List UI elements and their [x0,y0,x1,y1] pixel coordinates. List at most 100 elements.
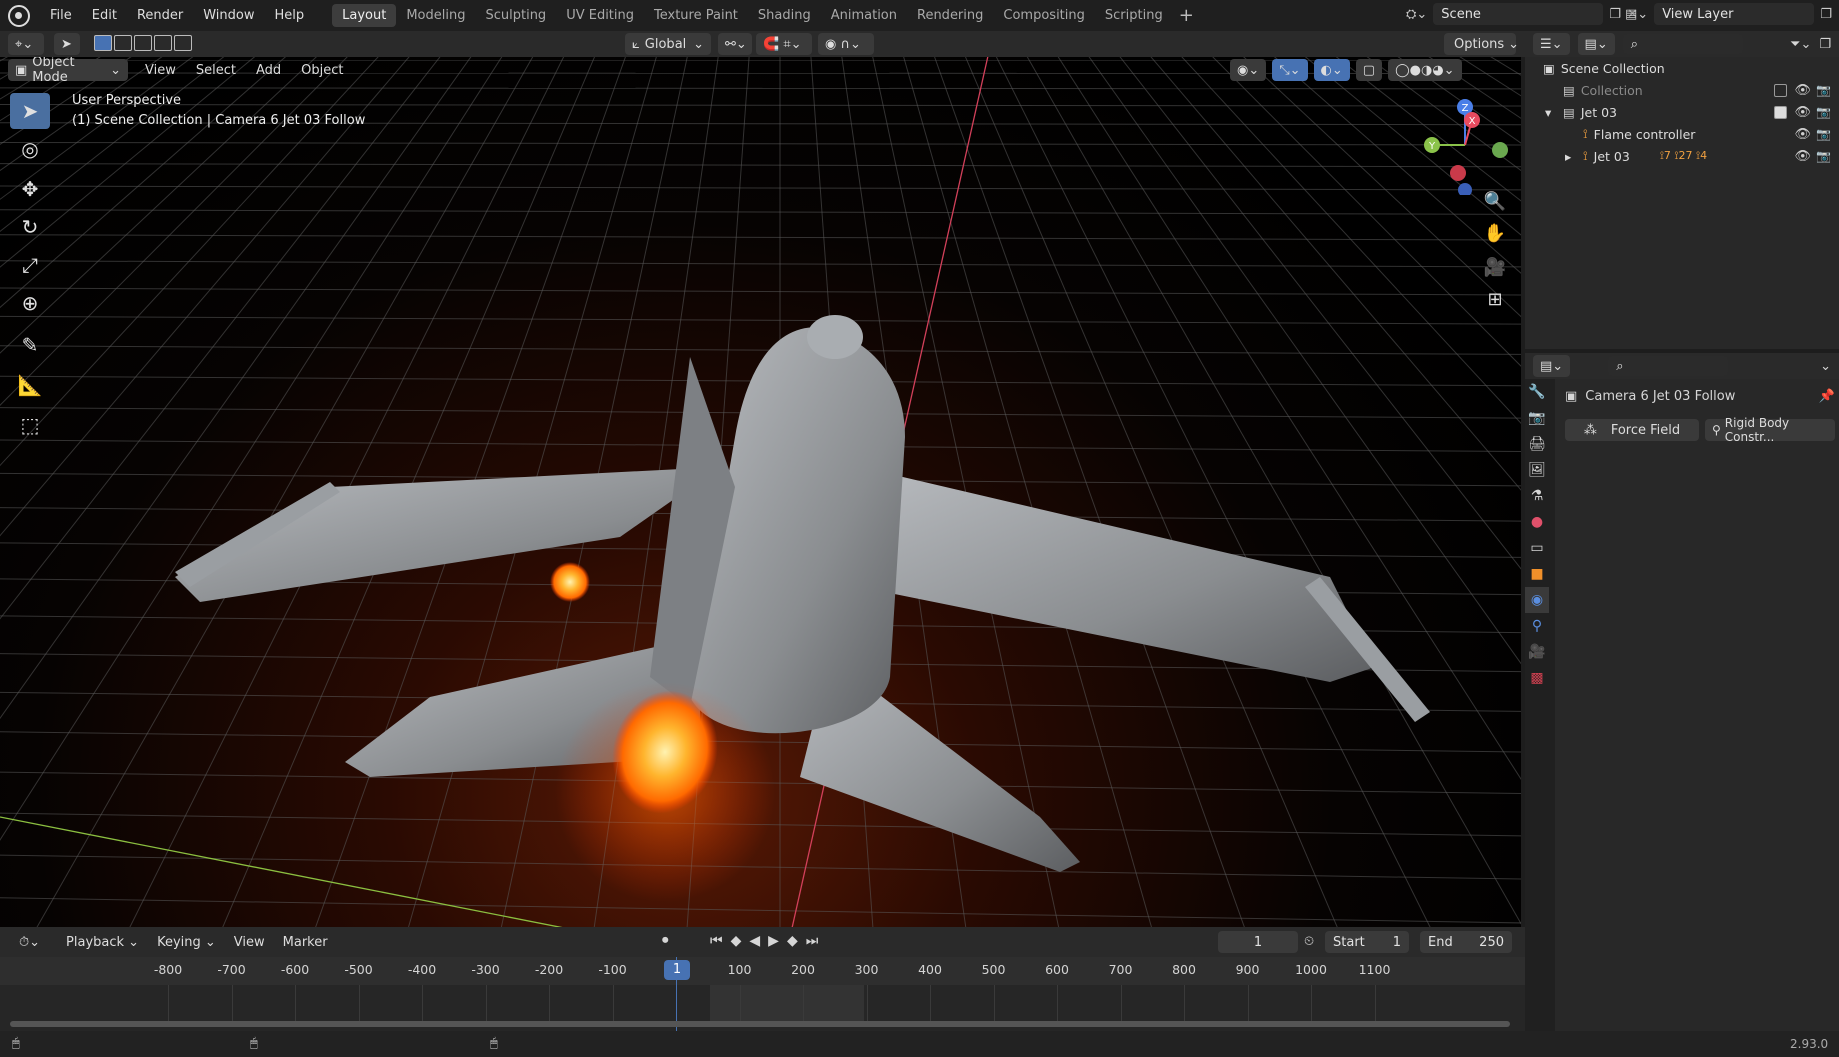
outliner-item[interactable]: ▤ Collection 👁 📷 [1525,79,1839,101]
measure-tool-icon[interactable]: 📐 [10,367,50,403]
visibility-eye-icon[interactable]: 👁 [1794,105,1811,120]
collection-tab-icon[interactable]: ▭ [1525,535,1549,561]
new-view-layer-icon[interactable]: ❐ [1820,7,1832,22]
menu-window[interactable]: Window [193,8,264,23]
expand-arrow-icon[interactable]: ▸ [1565,149,1571,164]
visibility-eye-icon[interactable]: 👁 [1794,149,1811,164]
tab-shading[interactable]: Shading [748,4,821,27]
view-layer-icon[interactable]: ▤⌄ [1625,7,1648,22]
expand-arrow-icon[interactable]: ▾ [1545,105,1551,120]
select-new-icon[interactable] [94,35,112,51]
tab-compositing[interactable]: Compositing [993,4,1095,27]
properties-editor-type-icon[interactable]: ▤⌄ [1533,355,1571,377]
exclude-checkbox[interactable] [1774,105,1787,119]
object-tab-icon[interactable]: ■ [1525,561,1549,587]
tab-scripting[interactable]: Scripting [1095,4,1173,27]
tab-modeling[interactable]: Modeling [396,4,475,27]
pin-icon[interactable]: 📌 [1819,389,1835,404]
transform-orientation-dropdown[interactable]: ⟀ Global ⌄ [625,33,711,55]
outliner-root[interactable]: ▣ Scene Collection [1525,57,1839,79]
select-invert-icon[interactable] [154,35,172,51]
cursor-tool-icon[interactable]: ◎ [10,131,50,167]
add-workspace-icon[interactable]: + [1179,5,1194,26]
blender-logo-icon[interactable] [8,4,30,27]
filter-icon[interactable]: ⏷⌄ [1790,37,1811,52]
snap-button[interactable]: 🧲 ⌗⌄ [756,33,812,55]
render-camera-icon[interactable]: 📷 [1816,127,1831,141]
preview-range-icon[interactable]: ⏲ [1304,934,1314,949]
playhead-marker[interactable]: 1 [664,960,690,980]
prev-keyframe-icon[interactable]: ◆ [731,933,742,949]
constraints-tab-icon[interactable]: ⚲ [1525,613,1549,639]
render-camera-icon[interactable]: 📷 [1816,149,1831,163]
jump-end-icon[interactable]: ⏭ [806,933,819,949]
visibility-icon[interactable]: ◉⌄ [1230,59,1267,81]
menu-file[interactable]: File [40,8,82,23]
move-tool-icon[interactable]: ✥ [10,171,50,207]
select-box-tool-icon[interactable]: ➤ [10,93,50,129]
xray-toggle-icon[interactable]: ▢ [1355,59,1383,81]
outliner-item[interactable]: ▸ ⟟ Jet 03 ⟟7 ⟟27 ⟟4 👁 📷 [1525,145,1839,167]
visibility-eye-icon[interactable]: 👁 [1794,83,1811,98]
timeline-ruler[interactable]: 1 -800 -700 -600 -500 -400 -300 -200 -100 100 200… [0,957,1525,1031]
play-reverse-icon[interactable]: ◀ [749,933,760,949]
select-intersect-icon[interactable] [174,35,192,51]
zoom-icon[interactable]: 🔍 [1480,187,1510,215]
view-layer-tab-icon[interactable]: 🖼 [1525,457,1549,483]
render-camera-icon[interactable]: 📷 [1816,83,1831,97]
output-tab-icon[interactable]: 🖨 [1525,431,1549,457]
texture-tab-icon[interactable]: ▩ [1525,665,1549,691]
view-layer-field[interactable]: View Layer [1654,3,1815,25]
tab-rendering[interactable]: Rendering [907,4,993,27]
options-dropdown[interactable]: Options ⌄ [1444,33,1519,55]
menu-help[interactable]: Help [265,8,315,23]
tool-tab-icon[interactable]: 🔧 [1525,379,1549,405]
viewport-menu-add[interactable]: Add [249,59,288,81]
timeline-menu-playback[interactable]: Playback ⌄ [57,935,148,950]
rotate-tool-icon[interactable]: ↻ [10,209,50,245]
display-mode-icon[interactable]: ▤⌄ [1577,33,1615,55]
navigation-gizmo[interactable]: Z Y X [1410,95,1510,195]
transform-tool-icon[interactable]: ⊕ [10,285,50,321]
outliner-item[interactable]: ▾ ▤ Jet 03 👁 📷 [1525,101,1839,123]
new-collection-icon[interactable]: ❐ [1819,37,1831,52]
next-keyframe-icon[interactable]: ◆ [787,933,798,949]
properties-search-input[interactable]: ⌕ [1608,356,1729,376]
chevron-down-icon[interactable]: ⌄ [1820,359,1831,374]
data-tab-icon[interactable]: 🎥 [1525,639,1549,665]
timeline-scrollbar[interactable] [10,1021,1510,1027]
tab-layout[interactable]: Layout [332,4,397,27]
overlay-toggle-icon[interactable]: ◐⌄ [1313,59,1350,81]
scene-icon[interactable]: ⛭⌄ [1406,7,1427,22]
viewport-menu-view[interactable]: View [138,59,183,81]
timeline-menu-marker[interactable]: Marker [274,935,337,950]
end-frame-field[interactable]: End 250 [1420,931,1512,953]
editor-type-button[interactable]: ⌖⌄ [8,33,44,55]
new-scene-icon[interactable]: ❐ [1609,7,1621,22]
current-frame-field[interactable]: 1 [1218,931,1298,953]
play-icon[interactable]: ▶ [768,933,779,949]
record-icon[interactable]: ⏺ [662,933,669,948]
world-tab-icon[interactable]: ● [1525,509,1549,535]
mode-dropdown[interactable]: ▣ Object Mode ⌄ [8,57,128,85]
select-tool-icon[interactable]: ➤ [54,33,80,55]
jet-model[interactable] [0,57,1521,927]
select-extend-icon[interactable] [114,35,132,51]
ortho-toggle-icon[interactable]: ⊞ [1480,285,1510,313]
render-tab-icon[interactable]: 📷 [1525,405,1549,431]
start-frame-field[interactable]: Start 1 [1325,931,1409,953]
proportional-edit-button[interactable]: ◉ ∩⌄ [818,33,874,55]
tab-animation[interactable]: Animation [821,4,907,27]
exclude-checkbox[interactable] [1774,83,1787,97]
tab-sculpting[interactable]: Sculpting [475,4,556,27]
timeline-editor-type-icon[interactable]: ⏱⌄ [12,931,47,953]
viewport-menu-object[interactable]: Object [294,59,350,81]
timeline-menu-view[interactable]: View [225,935,274,950]
3d-viewport[interactable]: ➤ ◎ ✥ ↻ ⤢ ⊕ ✎ 📐 ⬚ ▣ Object Mode ⌄ View Se… [0,57,1521,927]
annotate-tool-icon[interactable]: ✎ [10,327,50,363]
scale-tool-icon[interactable]: ⤢ [10,247,50,283]
jump-start-icon[interactable]: ⏮ [710,933,723,949]
pivot-point-button[interactable]: ⚯⌄ [718,33,752,55]
visibility-eye-icon[interactable]: 👁 [1794,127,1811,142]
outliner-editor-type-icon[interactable]: ☰⌄ [1533,33,1570,55]
